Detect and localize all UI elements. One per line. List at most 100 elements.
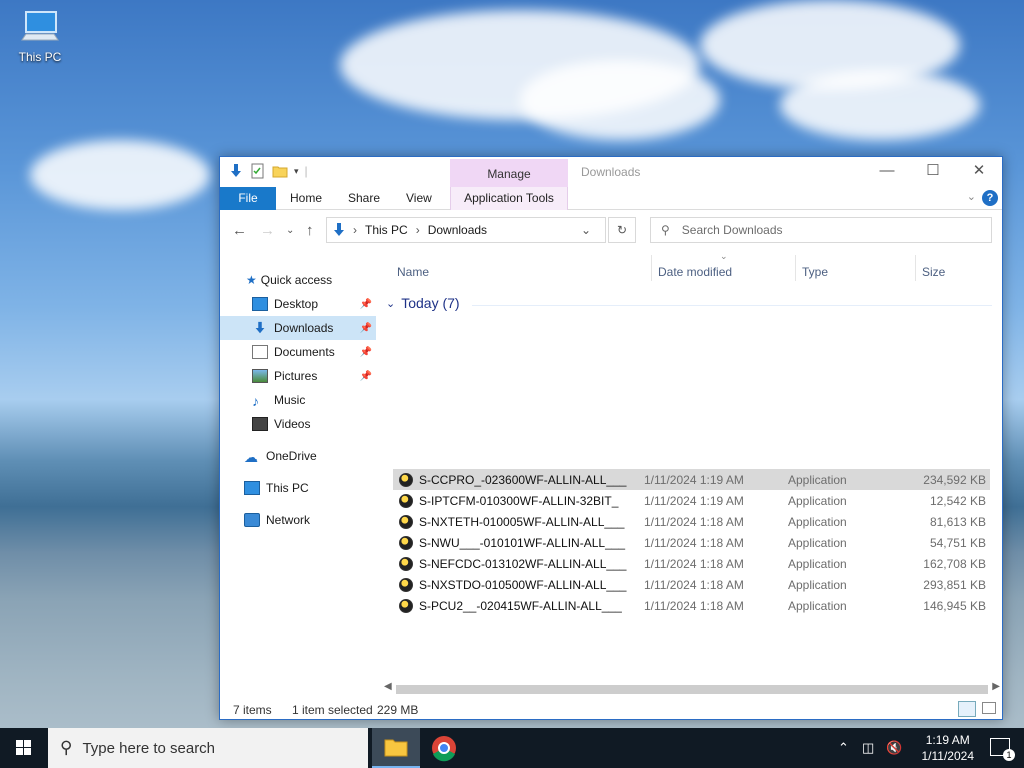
cloud-icon: ☁ <box>244 449 258 465</box>
collapse-chevron-icon: ⌄ <box>386 297 396 310</box>
document-icon <box>252 345 268 359</box>
column-header-date[interactable]: Date modified <box>658 265 732 279</box>
breadcrumb-downloads[interactable]: Downloads <box>428 223 487 237</box>
computer-icon <box>20 10 60 46</box>
scroll-left-icon[interactable]: ◀ <box>384 681 392 692</box>
nav-label: This PC <box>266 481 309 495</box>
column-header-size[interactable]: Size <box>922 265 945 279</box>
nav-item-documents[interactable]: Documents 📌 <box>220 340 376 364</box>
nav-network[interactable]: Network <box>220 508 376 532</box>
forward-button[interactable]: → <box>260 222 275 239</box>
pin-icon[interactable]: 📌 <box>360 371 372 382</box>
nav-label: Downloads <box>274 321 334 335</box>
expand-ribbon-icon[interactable]: ⌄ <box>967 190 976 203</box>
quick-access-toolbar: ▾ | <box>228 163 308 179</box>
tab-home[interactable]: Home <box>280 187 332 210</box>
file-row[interactable]: S-PCU2__-020415WF-ALLIN-ALL___ 1/11/2024 … <box>393 595 990 616</box>
file-row[interactable]: S-IPTCFM-010300WF-ALLIN-32BIT_ 1/11/2024 … <box>393 490 990 511</box>
maximize-button[interactable]: ☐ <box>910 157 956 187</box>
recent-locations-icon[interactable]: ⌄ <box>286 225 294 236</box>
file-type: Application <box>788 556 847 571</box>
show-hidden-icons[interactable]: ⌃ <box>838 740 849 756</box>
nav-this-pc[interactable]: This PC <box>220 476 376 500</box>
start-button[interactable] <box>0 728 48 768</box>
file-row[interactable]: S-CCPRO_-023600WF-ALLIN-ALL___ 1/11/2024 … <box>393 469 990 490</box>
properties-icon[interactable] <box>250 163 266 179</box>
file-name: S-IPTCFM-010300WF-ALLIN-32BIT_ <box>419 493 619 508</box>
nav-label: OneDrive <box>266 449 317 463</box>
file-type: Application <box>788 577 847 592</box>
group-header-today[interactable]: ⌄ Today (7) <box>386 295 460 311</box>
nav-onedrive[interactable]: ☁ OneDrive <box>220 444 376 468</box>
nav-quick-access[interactable]: ★ Quick access <box>220 268 376 292</box>
desktop-this-pc[interactable]: This PC <box>14 10 66 64</box>
notification-center-icon[interactable]: 1 <box>990 738 1015 761</box>
network-status-icon[interactable]: ◫ <box>862 740 874 756</box>
refresh-button[interactable]: ↻ <box>608 217 636 243</box>
scroll-right-icon[interactable]: ▶ <box>992 681 1000 692</box>
desktop-icon-label: This PC <box>18 50 62 64</box>
tab-application-tools[interactable]: Application Tools <box>450 187 568 210</box>
file-row[interactable]: S-NXTETH-010005WF-ALLIN-ALL___ 1/11/2024 … <box>393 511 990 532</box>
tab-view[interactable]: View <box>396 187 442 210</box>
taskbar-search-placeholder: Type here to search <box>82 739 216 757</box>
column-header-name[interactable]: Name <box>397 265 429 279</box>
nav-item-desktop[interactable]: Desktop 📌 <box>220 292 376 316</box>
file-size: 12,542 KB <box>929 493 986 508</box>
tab-file[interactable]: File <box>220 187 276 210</box>
file-row[interactable]: S-NWU___-010101WF-ALLIN-ALL___ 1/11/2024 … <box>393 532 990 553</box>
system-clock[interactable]: 1:19 AM 1/11/2024 <box>922 732 975 764</box>
back-button[interactable]: ← <box>232 222 247 239</box>
pin-icon[interactable]: 📌 <box>360 299 372 310</box>
file-size: 234,592 KB <box>923 472 986 487</box>
nav-item-pictures[interactable]: Pictures 📌 <box>220 364 376 388</box>
column-divider[interactable] <box>795 255 796 281</box>
volume-muted-icon[interactable]: 🔇 <box>886 740 902 756</box>
horizontal-scrollbar[interactable]: ◀ ▶ <box>382 681 1002 697</box>
column-header-type[interactable]: Type <box>802 265 828 279</box>
file-type: Application <box>788 514 847 529</box>
file-size: 162,708 KB <box>923 556 986 571</box>
scroll-thumb[interactable] <box>396 685 988 694</box>
file-size: 81,613 KB <box>929 514 986 529</box>
pin-icon[interactable]: 📌 <box>360 347 372 358</box>
large-icons-view-icon[interactable] <box>982 702 996 714</box>
new-folder-icon[interactable] <box>272 163 288 179</box>
close-button[interactable]: ✕ <box>956 157 1002 187</box>
installer-icon <box>399 577 413 592</box>
help-icon[interactable]: ? <box>982 190 998 206</box>
nav-item-videos[interactable]: Videos <box>220 412 376 436</box>
minimize-button[interactable]: — <box>864 157 910 187</box>
title-bar: ▾ | Manage Downloads — ☐ ✕ <box>220 157 1002 187</box>
qat-dropdown-icon[interactable]: ▾ <box>294 166 299 177</box>
tab-share[interactable]: Share <box>338 187 390 210</box>
file-row[interactable]: S-NXSTDO-010500WF-ALLIN-ALL___ 1/11/2024 … <box>393 574 990 595</box>
file-date: 1/11/2024 1:19 AM <box>644 493 744 508</box>
taskbar-chrome[interactable] <box>420 728 468 768</box>
breadcrumb-this-pc[interactable]: This PC <box>365 223 408 237</box>
file-name: S-NWU___-010101WF-ALLIN-ALL___ <box>419 535 626 550</box>
nav-item-downloads[interactable]: Downloads 📌 <box>220 316 376 340</box>
file-type: Application <box>788 598 847 613</box>
search-box[interactable]: ⚲ Search Downloads <box>650 217 992 243</box>
network-icon <box>244 513 260 527</box>
file-row[interactable]: S-NEFCDC-013102WF-ALLIN-ALL___ 1/11/2024 … <box>393 553 990 574</box>
file-date: 1/11/2024 1:18 AM <box>644 598 744 613</box>
address-bar[interactable]: › This PC › Downloads ⌄ <box>326 217 606 243</box>
manage-contextual-tab[interactable]: Manage <box>450 159 568 187</box>
address-dropdown-icon[interactable]: ⌄ <box>581 223 591 237</box>
download-arrow-icon[interactable] <box>228 163 244 179</box>
pin-icon[interactable]: 📌 <box>360 323 372 334</box>
nav-item-music[interactable]: ♪ Music <box>220 388 376 412</box>
details-view-icon[interactable] <box>958 701 976 717</box>
pictures-icon <box>252 369 268 383</box>
desktop-icon <box>252 297 268 311</box>
ribbon-tabs: File Home Share View Application Tools ⌄… <box>220 187 1002 210</box>
taskbar-search-box[interactable]: ⚲ Type here to search <box>48 728 368 768</box>
file-name: S-NXSTDO-010500WF-ALLIN-ALL___ <box>419 577 627 592</box>
column-divider[interactable] <box>651 255 652 281</box>
up-button[interactable]: ↑ <box>306 222 314 239</box>
taskbar-file-explorer[interactable] <box>372 728 420 768</box>
column-divider[interactable] <box>915 255 916 281</box>
window-title: Downloads <box>581 165 641 179</box>
